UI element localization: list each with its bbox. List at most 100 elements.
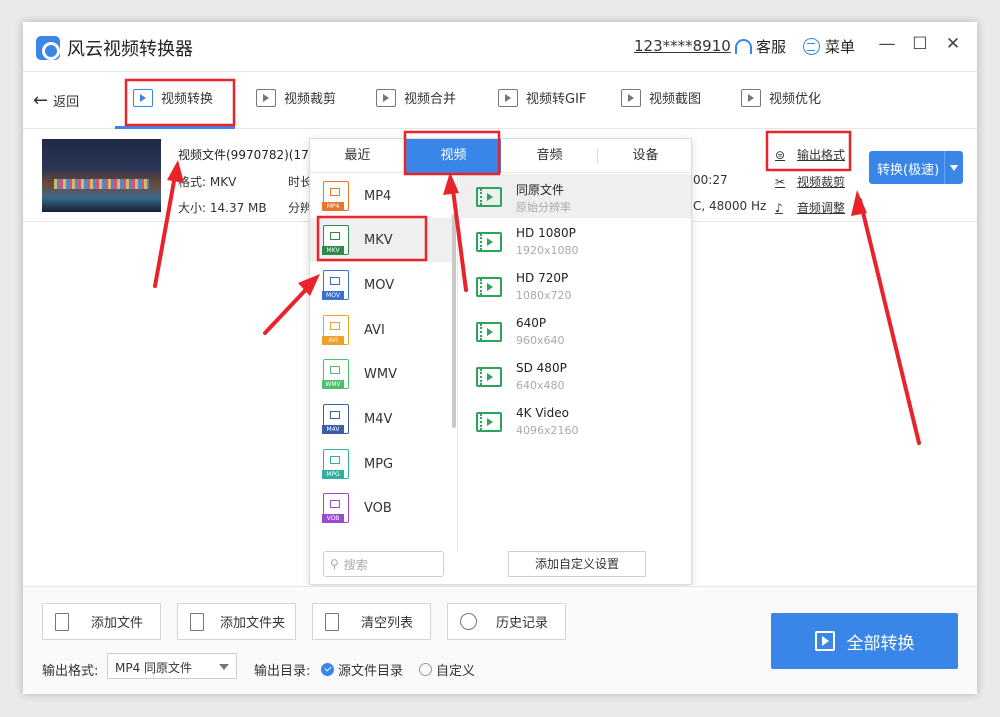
audio-adjust-link[interactable]: ♪ 音频调整 xyxy=(775,199,845,216)
output-dir-label: 输出目录: xyxy=(254,664,311,679)
video-crop-link[interactable]: ✂ 视频裁剪 xyxy=(775,173,845,190)
tab-label: 视频转GIF xyxy=(526,92,587,107)
search-placeholder: 搜索 xyxy=(343,557,368,572)
format-tag: MKV xyxy=(322,246,344,255)
format-label: MOV xyxy=(364,277,395,293)
mini-icon xyxy=(330,277,340,285)
resolution-title: HD 720P xyxy=(516,271,569,285)
resolution-item-original[interactable]: 同原文件 原始分辨率 xyxy=(459,174,691,218)
format-item-mp4[interactable]: MP4 MP4 xyxy=(310,174,452,218)
tab-video[interactable]: 视频 xyxy=(406,139,501,173)
output-format-select[interactable]: MP4 同原文件 xyxy=(107,653,237,679)
radio-source-dir[interactable]: 源文件目录 xyxy=(321,660,403,679)
format-tag: MPG xyxy=(322,470,344,479)
tab-video-merge[interactable]: 视频合并 xyxy=(376,88,456,107)
menu-label: 菜单 xyxy=(825,38,856,56)
music-note-icon: ♪ xyxy=(775,201,783,215)
format-label: VOB xyxy=(364,500,392,516)
format-category-tabs: 最近 视频 音频 设备 xyxy=(310,139,693,173)
close-button[interactable]: ✕ xyxy=(942,34,964,54)
bottom-bar: 添加文件 添加文件夹 清空列表 历史记录 输出格式: MP4 同原文件 输出目录… xyxy=(23,586,977,694)
video-file-icon xyxy=(476,232,502,252)
resolution-size: 1920x1080 xyxy=(516,244,579,257)
tab-video-convert[interactable]: 视频转换 xyxy=(133,88,213,107)
video-crop-icon xyxy=(256,88,276,107)
format-item-m4v[interactable]: M4V M4V xyxy=(310,397,452,441)
video-file-icon xyxy=(476,322,502,342)
audio-adjust-label: 音频调整 xyxy=(797,201,846,215)
add-folder-button[interactable]: 添加文件夹 xyxy=(177,603,296,640)
clear-list-button[interactable]: 清空列表 xyxy=(312,603,431,640)
video-thumbnail xyxy=(42,139,161,212)
tab-video-to-gif[interactable]: 视频转GIF xyxy=(498,88,586,107)
history-button[interactable]: 历史记录 xyxy=(447,603,566,640)
back-arrow-icon: ← xyxy=(33,90,49,111)
mini-icon xyxy=(330,232,340,240)
tab-recent[interactable]: 最近 xyxy=(310,139,405,173)
tab-label: 视频合并 xyxy=(404,92,457,107)
radio-unchecked-icon xyxy=(419,663,432,676)
resolution-list: 同原文件 原始分辨率 HD 1080P 1920x1080 HD 720P 10… xyxy=(459,174,691,552)
tab-label: 视频裁剪 xyxy=(284,92,337,107)
format-tag: VOB xyxy=(322,514,344,523)
format-tag: M4V xyxy=(322,425,344,434)
convert-all-button[interactable]: 全部转换 xyxy=(771,613,958,669)
customer-service-button[interactable]: 客服 xyxy=(735,36,786,57)
chevron-down-icon[interactable] xyxy=(950,165,958,171)
gif-icon xyxy=(498,88,518,107)
format-list-scrollbar[interactable] xyxy=(452,214,456,428)
output-format-link[interactable]: ⊜ 输出格式 xyxy=(775,146,845,163)
back-button[interactable]: ← 返回 xyxy=(33,90,79,111)
resolution-item-720p[interactable]: HD 720P 1080x720 xyxy=(459,264,691,308)
convert-fast-button[interactable]: 转换(极速) xyxy=(869,151,963,184)
format-dropdown-panel: 最近 视频 音频 设备 MP4 MP4 MKV MKV MOV MOV AVI … xyxy=(309,138,693,585)
mini-icon xyxy=(330,500,340,508)
search-icon: ⚲ xyxy=(330,557,339,571)
video-file-icon xyxy=(476,187,502,207)
format-item-wmv[interactable]: WMV WMV xyxy=(310,352,452,396)
tab-video-screenshot[interactable]: 视频截图 xyxy=(621,88,701,107)
menu-button[interactable]: 菜单 xyxy=(803,36,855,57)
format-item-vob[interactable]: VOB VOB xyxy=(310,486,452,530)
resolution-item-1080p[interactable]: HD 1080P 1920x1080 xyxy=(459,219,691,263)
video-convert-icon xyxy=(133,88,153,107)
tab-video-optimize[interactable]: 视频优化 xyxy=(741,88,821,107)
mini-icon xyxy=(330,456,340,464)
resolution-size: 1080x720 xyxy=(516,289,572,302)
mini-icon xyxy=(330,188,340,196)
history-label: 历史记录 xyxy=(496,616,549,631)
app-window: 风云视频转换器 123****8910 客服 菜单 — ☐ ✕ ← 返回 视频转… xyxy=(23,22,977,694)
resolution-size: 4096x2160 xyxy=(516,424,579,437)
scissors-icon: ✂ xyxy=(775,175,786,189)
clear-list-label: 清空列表 xyxy=(361,616,414,631)
resolution-item-4k[interactable]: 4K Video 4096x2160 xyxy=(459,399,691,443)
convert-fast-label: 转换(极速) xyxy=(877,163,940,178)
avi-file-icon: AVI xyxy=(322,315,349,345)
format-item-mkv[interactable]: MKV MKV xyxy=(310,218,452,262)
format-item-avi[interactable]: AVI AVI xyxy=(310,308,452,352)
maximize-button[interactable]: ☐ xyxy=(909,34,931,54)
audio-info: C, 48000 Hz xyxy=(693,199,767,213)
resolution-item-480p[interactable]: SD 480P 640x480 xyxy=(459,354,691,398)
radio-custom-label: 自定义 xyxy=(436,664,476,679)
add-file-icon xyxy=(55,612,69,631)
format-item-mov[interactable]: MOV MOV xyxy=(310,263,452,307)
format-item-mpg[interactable]: MPG MPG xyxy=(310,442,452,486)
radio-custom-dir[interactable]: 自定义 xyxy=(419,660,475,679)
format-search-input[interactable]: ⚲ 搜索 xyxy=(323,551,444,577)
tab-device[interactable]: 设备 xyxy=(598,139,693,173)
add-custom-setting-button[interactable]: 添加自定义设置 xyxy=(508,551,646,577)
resolution-title: 同原文件 xyxy=(516,183,565,197)
format-list[interactable]: MP4 MP4 MKV MKV MOV MOV AVI AVI WMV WMV … xyxy=(310,174,458,552)
format-tag: AVI xyxy=(322,336,344,345)
account-link[interactable]: 123****8910 xyxy=(634,37,731,55)
add-file-button[interactable]: 添加文件 xyxy=(42,603,161,640)
mkv-file-icon: MKV xyxy=(322,225,349,255)
format-label: WMV xyxy=(364,366,397,382)
convert-all-label: 全部转换 xyxy=(846,633,915,654)
tab-audio[interactable]: 音频 xyxy=(502,139,597,173)
minimize-button[interactable]: — xyxy=(876,34,898,54)
tab-video-crop[interactable]: 视频裁剪 xyxy=(256,88,336,107)
format-label: MPG xyxy=(364,456,394,472)
resolution-item-640p[interactable]: 640P 960x640 xyxy=(459,309,691,353)
